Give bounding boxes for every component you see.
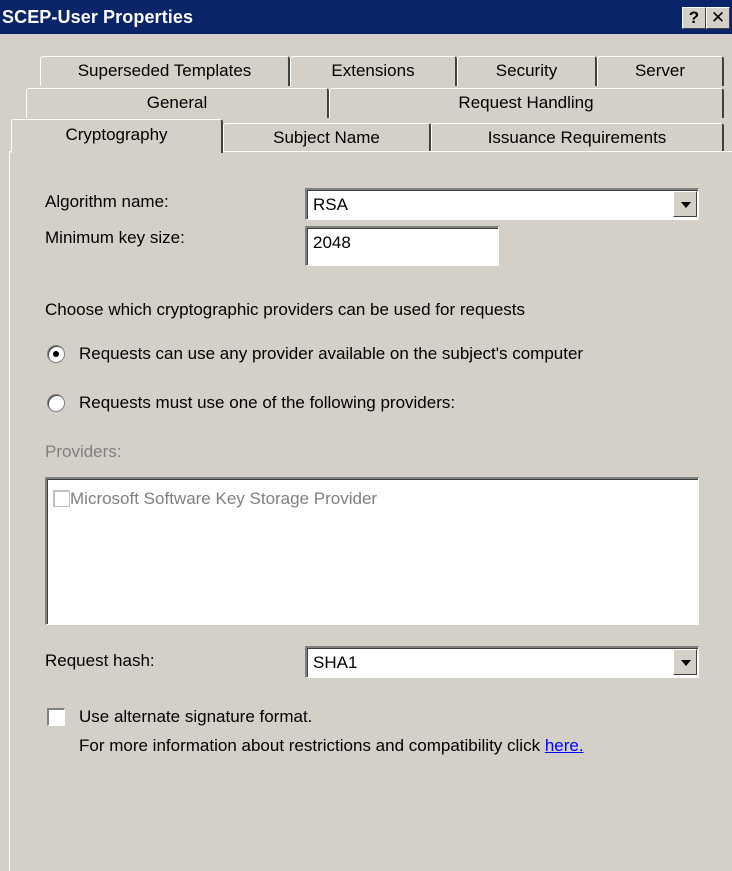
providers-list[interactable]: Microsoft Software Key Storage Provider [45,477,699,625]
alt-signature-checkbox[interactable] [47,708,65,726]
tab-issuance-requirements[interactable]: Issuance Requirements [431,123,724,153]
radio-specific-label[interactable]: Requests must use one of the following p… [79,393,455,413]
algorithm-value: RSA [313,195,348,214]
tab-server[interactable]: Server [597,56,724,86]
tab-cryptography[interactable]: Cryptography [11,119,223,153]
tab-superseded-templates[interactable]: Superseded Templates [40,56,290,86]
providers-label: Providers: [45,442,122,461]
tab-general[interactable]: General [26,88,329,118]
radio-any-label[interactable]: Requests can use any provider available … [79,344,583,364]
hash-dropdown[interactable]: SHA1 [305,646,699,678]
tab-subject-name[interactable]: Subject Name [223,123,431,153]
hash-label: Request hash: [45,651,155,670]
tab-extensions[interactable]: Extensions [290,56,457,86]
tab-security[interactable]: Security [457,56,597,86]
title-bar: SCEP-User Properties ? ✕ [0,0,732,34]
min-key-value: 2048 [313,233,351,252]
tab-request-handling[interactable]: Request Handling [329,88,724,118]
algorithm-dropdown[interactable]: RSA [305,188,699,220]
radio-any-provider[interactable] [47,345,65,363]
info-text: For more information about restrictions … [79,736,584,756]
info-text-body: For more information about restrictions … [79,736,541,755]
radio-specific-provider[interactable] [47,394,65,412]
algorithm-label: Algorithm name: [45,192,169,211]
cryptography-panel: Algorithm name: RSA Minimum key size: 20… [9,151,732,871]
min-key-input[interactable]: 2048 [305,226,499,266]
alt-signature-label[interactable]: Use alternate signature format. [79,707,312,727]
chevron-down-icon[interactable] [673,191,697,217]
provider-item: Microsoft Software Key Storage Provider [70,489,378,508]
radio-selected-dot [53,351,59,357]
window-title: SCEP-User Properties [2,7,194,27]
hash-value: SHA1 [313,653,358,672]
provider-checkbox[interactable] [53,490,70,507]
info-link[interactable]: here. [545,736,584,755]
help-button[interactable]: ? [682,7,706,29]
providers-prompt: Choose which cryptographic providers can… [45,300,526,319]
min-key-label: Minimum key size: [45,228,185,247]
chevron-down-icon[interactable] [673,649,697,675]
close-button[interactable]: ✕ [706,7,730,29]
